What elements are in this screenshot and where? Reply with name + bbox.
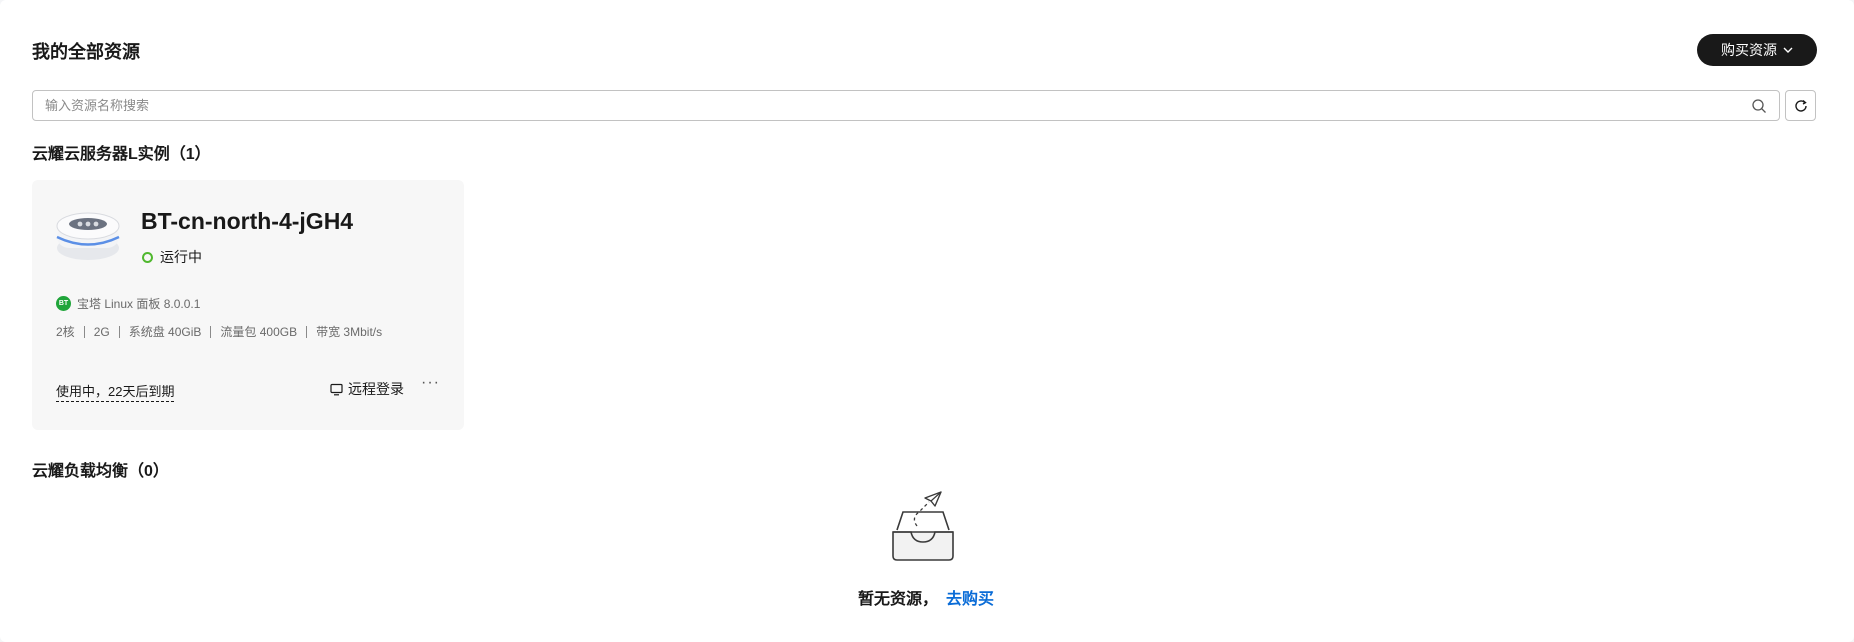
chevron-down-icon bbox=[1783, 47, 1793, 53]
divider bbox=[83, 325, 85, 338]
refresh-icon bbox=[1794, 99, 1807, 112]
instance-specs: 2核 2G 系统盘 40GiB 流量包 400GB 带宽 3Mbit/s bbox=[56, 323, 382, 340]
page-title: 我的全部资源 bbox=[32, 42, 140, 62]
search-input[interactable] bbox=[33, 98, 1751, 113]
buy-resources-label: 购买资源 bbox=[1721, 42, 1777, 58]
status-badge: 运行中 bbox=[142, 247, 202, 267]
section-title-load-balancer: 云耀负载均衡（0） bbox=[32, 463, 169, 480]
remote-login-label: 远程登录 bbox=[348, 381, 404, 397]
spec-system-disk: 系统盘 40GiB bbox=[128, 325, 202, 339]
more-actions-button[interactable]: ··· bbox=[421, 374, 440, 392]
status-text: 运行中 bbox=[160, 249, 202, 265]
image-info: BT 宝塔 Linux 面板 8.0.0.1 bbox=[56, 295, 200, 312]
spec-memory: 2G bbox=[93, 324, 110, 339]
spec-traffic-package: 流量包 400GB bbox=[220, 325, 298, 339]
image-name: 宝塔 Linux 面板 8.0.0.1 bbox=[77, 297, 201, 311]
remote-login-button[interactable]: 远程登录 bbox=[330, 379, 404, 399]
bt-logo-icon: BT bbox=[56, 296, 71, 311]
instance-name[interactable]: BT-cn-north-4-jGH4 bbox=[141, 208, 353, 235]
instance-card[interactable]: BT-cn-north-4-jGH4 运行中 BT 宝塔 Linux 面板 8.… bbox=[32, 180, 464, 430]
divider bbox=[118, 325, 120, 338]
section-title-flexus-l: 云耀云服务器L实例（1） bbox=[32, 146, 211, 163]
empty-box-icon bbox=[892, 491, 954, 561]
divider bbox=[210, 325, 212, 338]
spec-bandwidth: 带宽 3Mbit/s bbox=[316, 325, 383, 339]
expiry-status[interactable]: 使用中，22天后到期 bbox=[56, 381, 175, 402]
divider bbox=[306, 325, 308, 338]
status-running-icon bbox=[142, 251, 153, 263]
monitor-icon bbox=[330, 383, 343, 395]
empty-state-text: 暂无资源， bbox=[858, 591, 939, 608]
resource-panel: 我的全部资源 购买资源 云耀云服务器L实例（1） BT bbox=[0, 0, 1854, 642]
empty-state: 暂无资源， 去购买 bbox=[858, 585, 994, 609]
search-icon[interactable] bbox=[1751, 98, 1767, 114]
search-box bbox=[32, 90, 1780, 121]
spec-cpu: 2核 bbox=[56, 325, 75, 339]
go-buy-link[interactable]: 去购买 bbox=[946, 585, 994, 609]
buy-resources-button[interactable]: 购买资源 bbox=[1697, 34, 1817, 66]
server-icon bbox=[56, 212, 120, 260]
refresh-button[interactable] bbox=[1785, 90, 1816, 121]
